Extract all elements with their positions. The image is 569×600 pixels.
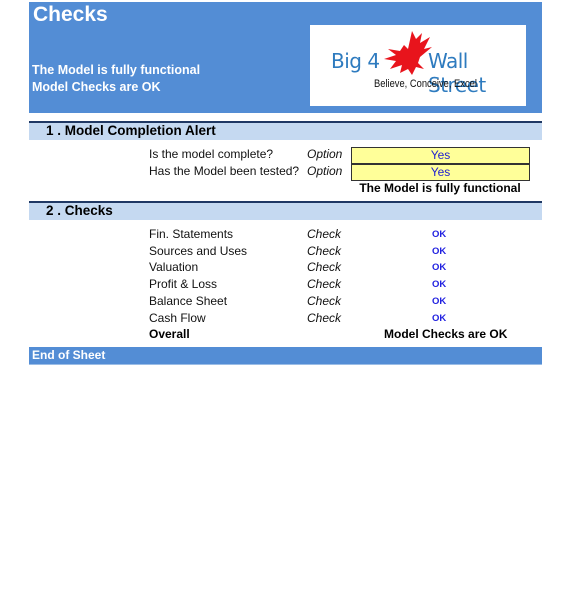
model-tested-input[interactable]: Yes: [351, 164, 530, 181]
check-status: OK: [432, 246, 447, 257]
check-label: Sources and Uses: [149, 244, 248, 258]
section-model-completion: 1 . Model Completion Alert: [29, 121, 542, 140]
check-label: Cash Flow: [149, 311, 206, 325]
check-type: Check: [307, 227, 342, 241]
end-of-sheet-label: End of Sheet: [32, 348, 106, 362]
logo-tagline: Believe, Conceive, Excel: [374, 78, 477, 90]
eagle-icon: [384, 31, 432, 75]
check-type: Check: [307, 277, 342, 291]
check-type: Check: [307, 244, 342, 258]
checks-status-line: Model Checks are OK: [32, 80, 161, 94]
section-checks: 2 . Checks: [29, 201, 542, 220]
check-status: OK: [432, 279, 447, 290]
check-type: Check: [307, 311, 342, 325]
overall-result: Model Checks are OK: [384, 327, 508, 341]
check-status: OK: [432, 262, 447, 273]
sheet-header: Checks The Model is fully functional Mod…: [29, 2, 542, 113]
check-label: Fin. Statements: [149, 227, 234, 241]
check-label: Profit & Loss: [149, 277, 218, 291]
sheet-title: Checks: [33, 3, 108, 26]
check-type: Check: [307, 294, 342, 308]
section-title: 1 . Model Completion Alert: [46, 123, 216, 138]
check-status: OK: [432, 229, 447, 240]
check-status: OK: [432, 296, 447, 307]
model-status-line: The Model is fully functional: [32, 63, 201, 77]
model-complete-input[interactable]: Yes: [351, 147, 530, 164]
section-title: 2 . Checks: [46, 203, 113, 218]
check-type: Check: [307, 260, 342, 274]
company-logo: Big 4 Wall Street Believe, Conceive, Exc…: [310, 25, 526, 106]
logo-text-left: Big 4: [331, 49, 380, 73]
check-label: Balance Sheet: [149, 294, 228, 308]
overall-label: Overall: [149, 327, 190, 341]
completion-result: The Model is fully functional: [359, 181, 521, 195]
question-type: Option: [307, 164, 343, 178]
check-status: OK: [432, 313, 447, 324]
question-type: Option: [307, 147, 343, 161]
question-label: Is the model complete?: [149, 147, 274, 161]
question-label: Has the Model been tested?: [149, 164, 300, 178]
check-label: Valuation: [149, 260, 199, 274]
sheet-footer: End of Sheet: [29, 347, 542, 365]
